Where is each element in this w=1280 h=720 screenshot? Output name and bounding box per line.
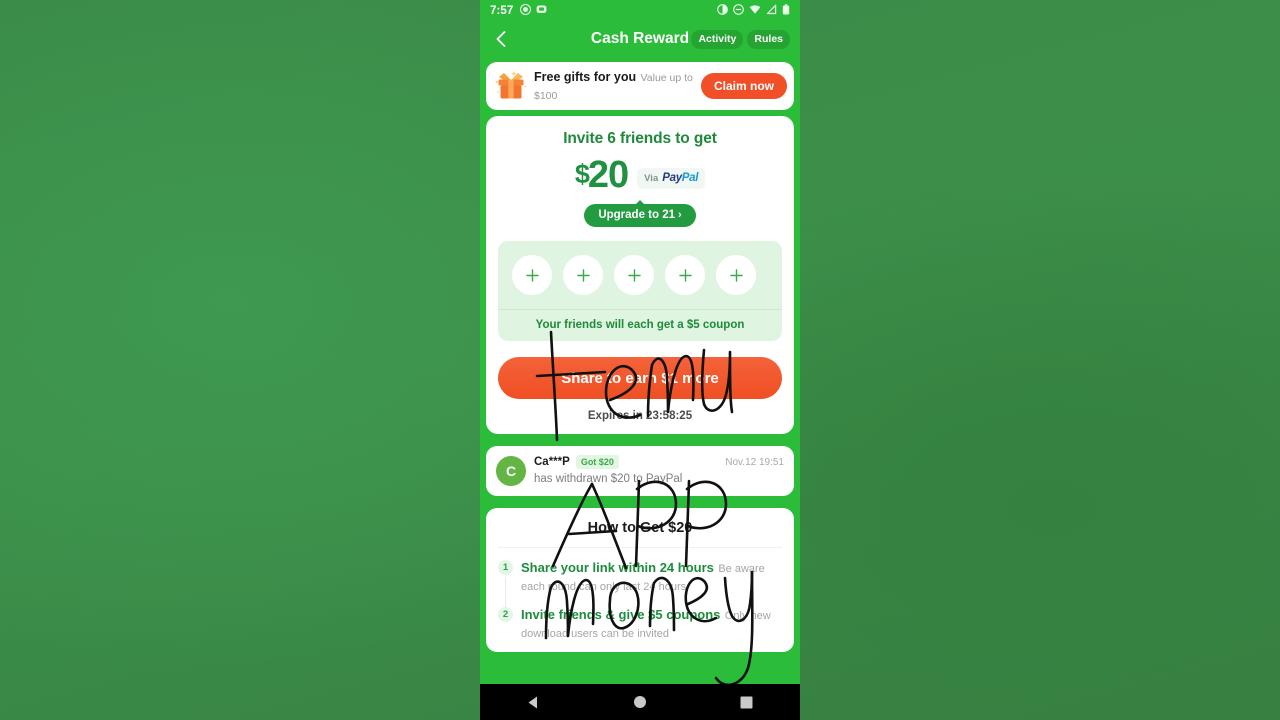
wifi-icon xyxy=(749,2,761,20)
expires-countdown: Expires in 23:58:25 xyxy=(587,410,693,422)
back-chevron-icon[interactable] xyxy=(490,28,512,50)
testimonial-name: Ca***P xyxy=(534,456,570,468)
upgrade-button[interactable]: Upgrade to 21 › xyxy=(584,204,696,227)
reward-currency: $ xyxy=(574,159,590,189)
paypal-logo-pay: Pay xyxy=(662,171,682,184)
gift-box-icon xyxy=(494,69,528,103)
square-recents-icon[interactable] xyxy=(723,684,771,720)
friend-slots-row[interactable] xyxy=(498,255,782,309)
invite-headline: Invite 6 friends to get xyxy=(563,130,717,147)
paypal-badge: Via PayPal xyxy=(637,167,706,189)
friend-slots-panel: Your friends will each get a $5 coupon xyxy=(498,241,782,341)
dnd-icon xyxy=(733,2,744,20)
testimonial-header: Ca***P Got $20 Nov.12 19:51 xyxy=(534,455,784,469)
claim-now-button[interactable]: Claim now xyxy=(700,73,787,99)
reward-amount: $20 xyxy=(574,154,629,196)
brightness-icon xyxy=(717,2,728,20)
status-bar-left-icons xyxy=(520,2,547,20)
testimonial-date: Nov.12 19:51 xyxy=(725,456,784,468)
step-1-heading: Share your link within 24 hours xyxy=(521,560,714,575)
signal-icon xyxy=(766,2,777,20)
status-bar-time: 7:57 xyxy=(490,5,514,17)
friend-slot-2[interactable] xyxy=(563,255,603,295)
testimonial-card: C Ca***P Got $20 Nov.12 19:51 has withdr… xyxy=(486,446,794,496)
step-2-text: Invite friends & give $5 coupons Only ne… xyxy=(521,606,782,642)
screenshot-icon xyxy=(536,2,547,20)
paypal-via-label: Via xyxy=(644,172,659,184)
how-to-get-title: How to Get $20 xyxy=(498,520,782,548)
phone-screen: 7:57 Cash Reward Activity Rules Free gif… xyxy=(480,0,800,720)
android-nav-bar xyxy=(480,684,800,720)
testimonial-body: Ca***P Got $20 Nov.12 19:51 has withdraw… xyxy=(534,455,784,487)
testimonial-message: has withdrawn $20 to PayPal xyxy=(534,473,683,485)
friend-slot-1[interactable] xyxy=(512,255,552,295)
reward-value: 20 xyxy=(587,154,629,196)
friend-slot-3[interactable] xyxy=(614,255,654,295)
how-to-step-1: 1 Share your link within 24 hours Be awa… xyxy=(498,559,782,607)
step-number-2: 2 xyxy=(498,607,513,622)
battery-icon xyxy=(782,2,790,20)
step-connector-line xyxy=(505,577,506,607)
status-bar: 7:57 xyxy=(480,0,800,22)
status-badge: Got $20 xyxy=(575,455,619,469)
step-1-text: Share your link within 24 hours Be aware… xyxy=(521,559,782,595)
share-to-earn-button[interactable]: Share to earn $1 more xyxy=(498,357,782,399)
invite-card: Invite 6 friends to get $20 Via PayPal U… xyxy=(486,116,794,434)
friend-slot-4[interactable] xyxy=(665,255,705,295)
triangle-back-icon[interactable] xyxy=(509,684,557,720)
avatar: C xyxy=(496,456,526,486)
coupon-note: Your friends will each get a $5 coupon xyxy=(498,309,782,341)
step-number-1: 1 xyxy=(498,560,513,575)
step-2-heading: Invite friends & give $5 coupons xyxy=(521,607,721,622)
free-gift-banner[interactable]: Free gifts for you Value up to $100 Clai… xyxy=(486,62,794,110)
tab-rules[interactable]: Rules xyxy=(747,29,790,49)
how-to-step-2: 2 Invite friends & give $5 coupons Only … xyxy=(498,606,782,642)
friend-slot-5[interactable] xyxy=(716,255,756,295)
paypal-logo-pal: Pal xyxy=(681,171,699,184)
reward-amount-row: $20 Via PayPal xyxy=(498,156,782,194)
content-scroll-area[interactable]: Free gifts for you Value up to $100 Clai… xyxy=(480,56,800,720)
status-bar-right-icons xyxy=(717,2,790,20)
chevron-right-icon: › xyxy=(678,208,682,221)
gift-banner-title: Free gifts for you xyxy=(534,70,637,84)
upgrade-row: Upgrade to 21 › xyxy=(498,204,782,227)
circle-home-icon[interactable] xyxy=(616,684,664,720)
tab-activity[interactable]: Activity xyxy=(691,29,744,49)
how-to-get-card: How to Get $20 1 Share your link within … xyxy=(486,508,794,652)
app-bar: Cash Reward Activity Rules xyxy=(480,22,800,56)
paypal-logo: PayPal xyxy=(662,172,698,184)
record-icon xyxy=(520,2,532,20)
gift-banner-texts: Free gifts for you Value up to $100 xyxy=(534,68,701,104)
app-bar-actions: Activity Rules xyxy=(691,29,790,49)
upgrade-button-label: Upgrade to 21 xyxy=(598,209,675,221)
